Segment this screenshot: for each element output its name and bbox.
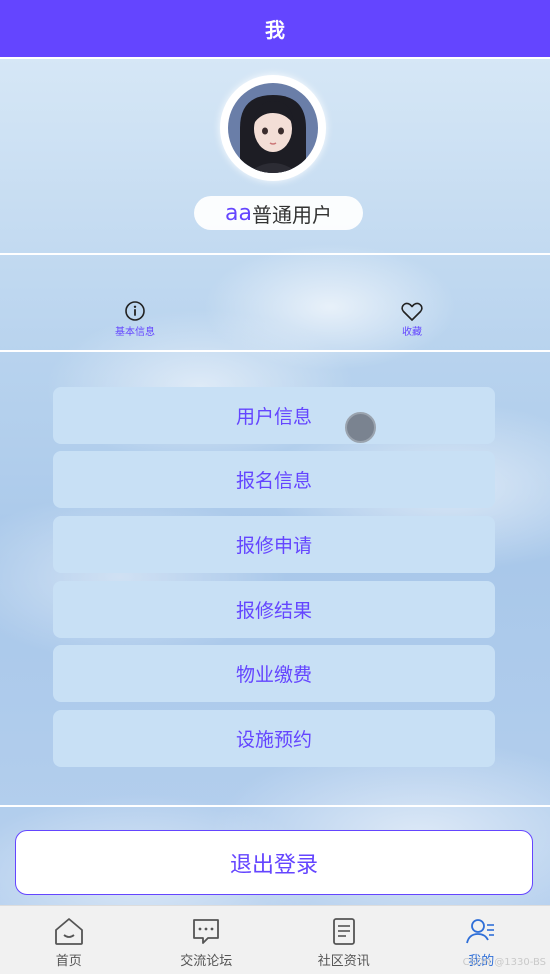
- tab-label: 交流论坛: [180, 954, 233, 969]
- menu-signup-info[interactable]: 报名信息: [53, 451, 495, 508]
- page-title: 我: [265, 18, 285, 42]
- logout-label: 退出登录: [229, 852, 318, 878]
- divider: [0, 253, 550, 255]
- menu-label: 报名信息: [235, 470, 312, 492]
- menu-repair-result[interactable]: 报修结果: [53, 581, 495, 638]
- menu-label: 报修结果: [235, 600, 312, 622]
- tab-label: 社区资讯: [317, 954, 370, 969]
- watermark: CSDN @1330-BS: [462, 957, 546, 968]
- tab-home[interactable]: 首页: [0, 906, 138, 974]
- menu-user-info[interactable]: 用户信息: [53, 387, 495, 444]
- basic-info-label: 基本信息: [115, 327, 155, 338]
- menu-label: 设施预约: [235, 729, 312, 751]
- favorites-button[interactable]: 收藏: [377, 300, 447, 338]
- logout-button[interactable]: 退出登录: [15, 830, 533, 895]
- tab-news[interactable]: 社区资讯: [275, 906, 413, 974]
- user-role: 普通用户: [251, 202, 332, 227]
- document-icon: [332, 918, 355, 945]
- divider: [0, 350, 550, 352]
- user-name-badge: aa 普通用户: [194, 196, 363, 230]
- menu-property-fee[interactable]: 物业缴费: [53, 645, 495, 702]
- top-bar: 我: [0, 0, 550, 57]
- user-icon: [466, 919, 495, 944]
- basic-info-button[interactable]: 基本信息: [100, 300, 170, 338]
- divider: [0, 805, 550, 807]
- username: aa: [225, 200, 252, 226]
- chat-icon: [193, 919, 220, 944]
- avatar[interactable]: [228, 83, 318, 173]
- info-icon: [125, 301, 145, 321]
- tab-label: 首页: [55, 954, 82, 969]
- menu-facility-booking[interactable]: 设施预约: [53, 710, 495, 767]
- menu-label: 物业缴费: [235, 664, 312, 686]
- favorites-label: 收藏: [402, 327, 422, 338]
- menu-repair-request[interactable]: 报修申请: [53, 516, 495, 573]
- menu-label: 用户信息: [235, 406, 312, 428]
- tab-forum[interactable]: 交流论坛: [138, 906, 276, 974]
- avatar-ring: [220, 75, 326, 181]
- heart-icon: [401, 302, 423, 321]
- menu-label: 报修申请: [235, 535, 312, 557]
- divider: [0, 57, 550, 59]
- home-icon: [54, 918, 83, 945]
- touch-cursor-indicator: [345, 412, 376, 443]
